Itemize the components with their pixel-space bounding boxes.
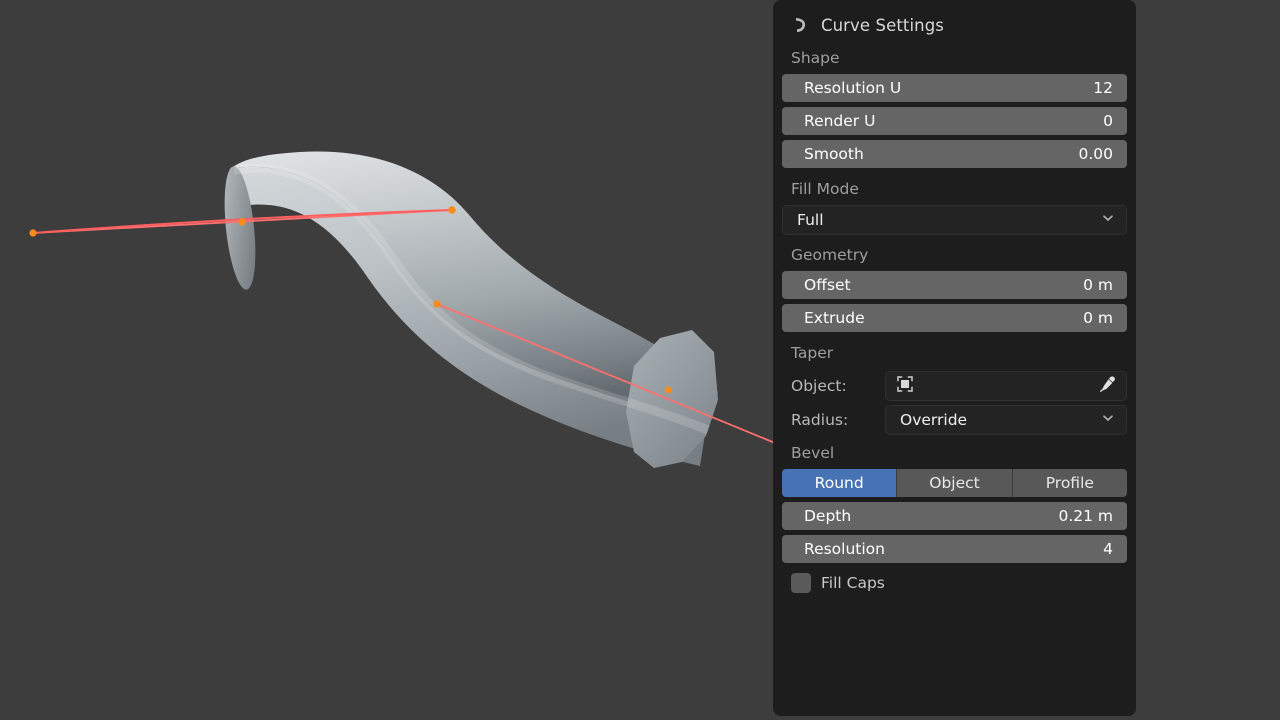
control-point-3[interactable] xyxy=(448,206,456,214)
fill-caps-checkbox[interactable] xyxy=(791,573,811,593)
field-offset-label: Offset xyxy=(804,276,851,294)
field-smooth[interactable]: Smooth 0.00 xyxy=(782,140,1127,168)
field-bevel-depth-label: Depth xyxy=(804,507,852,525)
bevel-tab-round[interactable]: Round xyxy=(782,469,898,497)
chevron-down-icon xyxy=(1100,410,1116,430)
field-bevel-depth-value: 0.21 m xyxy=(1058,507,1113,525)
taper-radius-label: Radius: xyxy=(791,411,849,429)
taper-object-field[interactable] xyxy=(885,371,1127,401)
curve-bezier-icon xyxy=(791,15,811,35)
blender-curve-settings-screen: Curve Settings Shape Resolution U 12 Ren… xyxy=(0,0,1280,720)
fill-mode-dropdown[interactable]: Full xyxy=(782,205,1127,235)
section-label-fill-mode: Fill Mode xyxy=(791,180,859,198)
chevron-down-icon xyxy=(1100,210,1116,230)
panel-header: Curve Settings xyxy=(782,8,1127,42)
curve-bezier-glyph xyxy=(796,18,806,32)
section-label-taper: Taper xyxy=(791,344,834,362)
section-label-geometry: Geometry xyxy=(791,246,869,264)
chevron-down-glyph xyxy=(1103,415,1113,421)
section-label-bevel: Bevel xyxy=(791,444,835,462)
control-point-2[interactable] xyxy=(238,218,246,226)
field-bevel-resolution-value: 4 xyxy=(1103,540,1113,558)
field-smooth-label: Smooth xyxy=(804,145,864,163)
bevel-tab-profile[interactable]: Profile xyxy=(1012,469,1127,497)
field-extrude[interactable]: Extrude 0 m xyxy=(782,304,1127,332)
section-label-shape: Shape xyxy=(791,49,840,67)
taper-radius-row: Radius: Override xyxy=(782,403,1127,437)
field-bevel-resolution-label: Resolution xyxy=(804,540,885,558)
bevel-tab-object[interactable]: Object xyxy=(897,469,1013,497)
panel-title: Curve Settings xyxy=(821,15,944,35)
control-point-4[interactable] xyxy=(433,300,441,308)
object-placeholder-glyph xyxy=(897,376,913,392)
field-resolution-u-label: Resolution U xyxy=(804,79,902,97)
taper-object-label: Object: xyxy=(791,377,847,395)
curve-settings-panel[interactable]: Curve Settings Shape Resolution U 12 Ren… xyxy=(773,0,1136,716)
field-resolution-u[interactable]: Resolution U 12 xyxy=(782,74,1127,102)
field-offset-value: 0 m xyxy=(1083,276,1113,294)
object-placeholder-icon xyxy=(894,373,916,399)
field-resolution-u-value: 12 xyxy=(1093,79,1113,97)
taper-radius-dropdown[interactable]: Override xyxy=(885,405,1127,435)
fill-caps-row[interactable]: Fill Caps xyxy=(782,568,1127,598)
field-bevel-resolution[interactable]: Resolution 4 xyxy=(782,535,1127,563)
control-point-1[interactable] xyxy=(29,229,37,237)
bevel-type-tabs: Round Object Profile xyxy=(782,469,1127,497)
eyedropper-glyph xyxy=(1100,376,1115,392)
field-offset[interactable]: Offset 0 m xyxy=(782,271,1127,299)
fill-mode-value: Full xyxy=(797,211,824,229)
field-bevel-depth[interactable]: Depth 0.21 m xyxy=(782,502,1127,530)
control-point-5[interactable] xyxy=(664,386,672,394)
eyedropper-icon[interactable] xyxy=(1098,374,1118,398)
field-extrude-label: Extrude xyxy=(804,309,865,327)
field-smooth-value: 0.00 xyxy=(1078,145,1113,163)
field-render-u-value: 0 xyxy=(1103,112,1113,130)
taper-radius-value: Override xyxy=(900,411,968,429)
taper-object-row: Object: xyxy=(782,369,1127,403)
field-render-u[interactable]: Render U 0 xyxy=(782,107,1127,135)
field-extrude-value: 0 m xyxy=(1083,309,1113,327)
chevron-down-glyph xyxy=(1103,215,1113,221)
field-render-u-label: Render U xyxy=(804,112,876,130)
fill-caps-label: Fill Caps xyxy=(821,574,885,592)
